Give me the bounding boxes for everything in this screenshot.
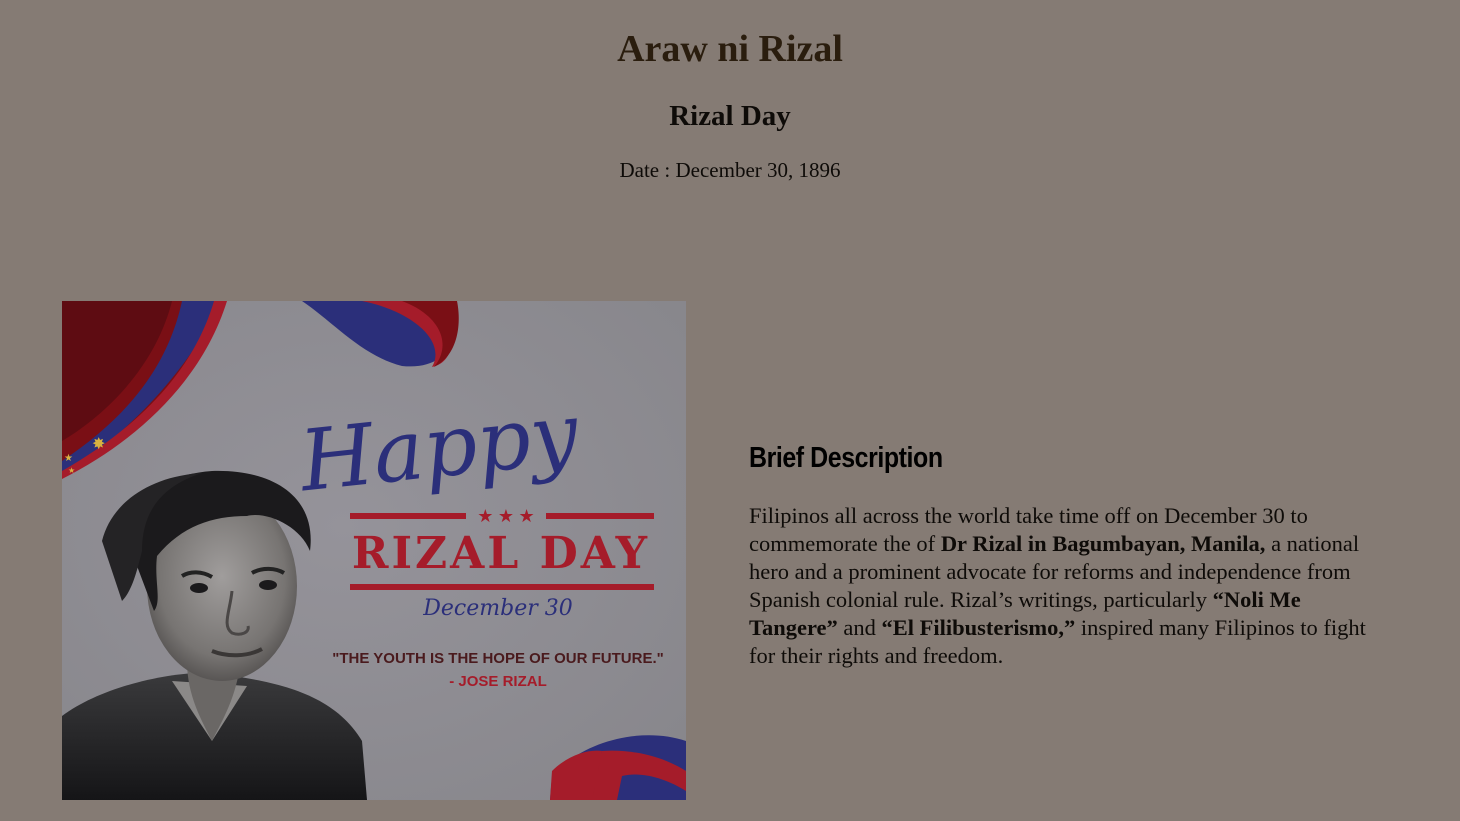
svg-text:✸: ✸ <box>92 436 105 453</box>
description-body: Filipinos all across the world take time… <box>749 502 1389 670</box>
page-title: Araw ni Rizal <box>617 28 843 70</box>
poster-quote-text: "THE YOUTH IS THE HOPE OF OUR FUTURE." <box>332 650 663 667</box>
poster-date-text: December 30 <box>422 596 572 621</box>
svg-text:★: ★ <box>64 453 73 464</box>
poster-rule-bottom <box>350 584 654 590</box>
description-heading: Brief Description <box>749 442 943 474</box>
date-label: Date <box>619 158 675 182</box>
date-value: December 30, 1896 <box>675 158 841 182</box>
poster-rule-left <box>350 513 466 519</box>
event-date: DateDecember 30, 1896 <box>0 157 1460 183</box>
rizal-day-poster: ✸ ★ ★ Happy ★ ★ ★ RIZAL DAY December 30 … <box>62 301 686 800</box>
description-emphasis: “El Filibusterismo,” <box>881 615 1076 640</box>
poster-stars: ★ ★ ★ <box>477 506 534 526</box>
description-text: and <box>837 615 882 640</box>
svg-text:★: ★ <box>68 466 75 475</box>
poster-rizal-day-text: RIZAL DAY <box>352 528 650 579</box>
poster-illustration: ✸ ★ ★ Happy ★ ★ ★ RIZAL DAY December 30 … <box>62 301 686 800</box>
page-subtitle: Rizal Day <box>669 100 791 132</box>
description-emphasis: Dr Rizal in Bagumbayan, Manila, <box>940 531 1266 556</box>
brief-description-section: Brief Description Filipinos all across t… <box>749 438 1409 670</box>
poster-author-text: - JOSE RIZAL <box>449 673 547 690</box>
poster-rule-right <box>546 513 654 519</box>
